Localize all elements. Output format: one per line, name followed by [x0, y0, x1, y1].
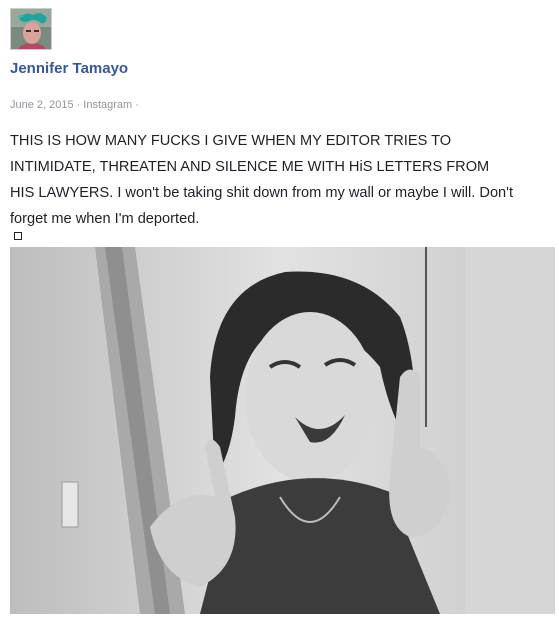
- author-avatar[interactable]: [10, 8, 52, 50]
- emoji-box-icon: [14, 232, 22, 240]
- meta-separator: ·: [76, 99, 81, 111]
- author-name-link[interactable]: Jennifer Tamayo: [10, 60, 128, 77]
- post-text-line-3: HIS LAWYERS. I won't be taking shit down…: [10, 185, 514, 201]
- avatar-image: [11, 9, 51, 49]
- post-photo[interactable]: [10, 247, 555, 614]
- post-meta: June 2, 2015 · Instagram ·: [10, 99, 139, 111]
- post-text-line-4-text: forget me when I'm deported.: [10, 211, 200, 227]
- post-text-line-2: INTIMIDATE, THREATEN AND SILENCE ME WITH…: [10, 159, 490, 175]
- post-text: THIS IS HOW MANY FUCKS I GIVE WHEN MY ED…: [10, 128, 540, 240]
- post-date-link[interactable]: June 2, 2015: [10, 99, 74, 111]
- meta-separator-2: ·: [135, 99, 139, 111]
- post-text-line-4: forget me when I'm deported.: [10, 206, 540, 240]
- photo-image: [10, 247, 555, 614]
- post-text-line-1: THIS IS HOW MANY FUCKS I GIVE WHEN MY ED…: [10, 133, 452, 149]
- post-source: Instagram: [83, 99, 133, 111]
